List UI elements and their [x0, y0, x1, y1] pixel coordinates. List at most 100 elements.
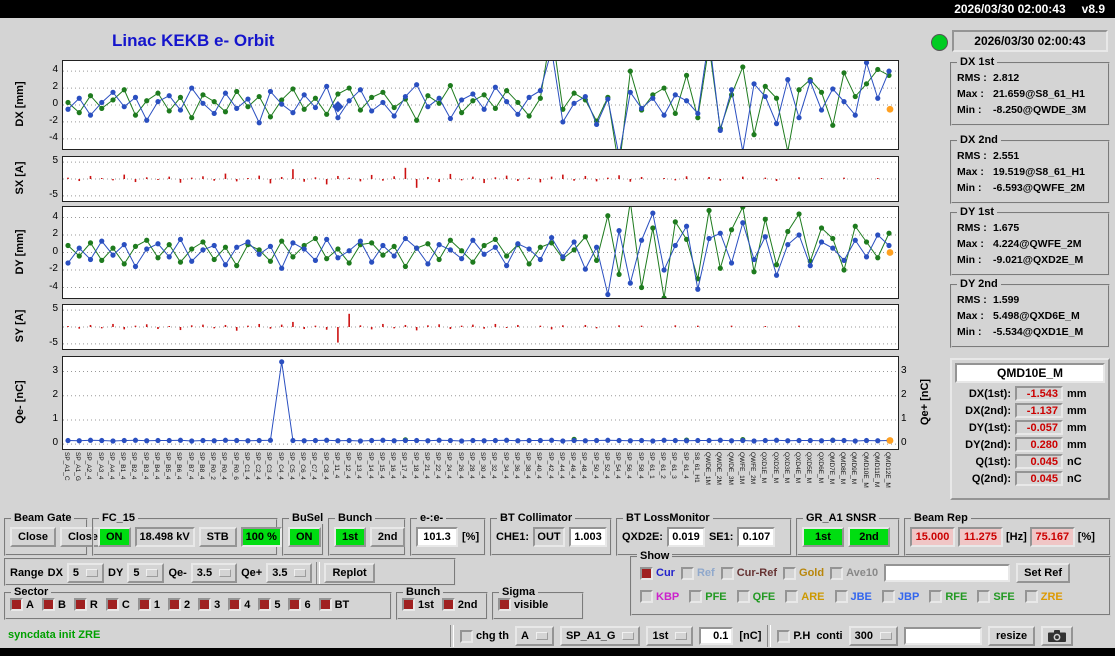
checkbox-indicator [258, 598, 272, 611]
range-option-menu-qe[interactable]: 3.5 [266, 563, 313, 583]
show-checkbox-cur[interactable]: Cur [640, 566, 675, 580]
chg-th-checkbox[interactable]: chg th [460, 629, 509, 643]
show-checkbox-gold[interactable]: Gold [783, 566, 824, 580]
stat-panel-title: DY 1st [957, 206, 998, 218]
rep-option-menu[interactable]: 300 [848, 626, 898, 646]
extra-input[interactable] [903, 627, 982, 645]
set-ref-button[interactable]: Set Ref [1016, 563, 1071, 583]
bunch-option-menu[interactable]: 1st [646, 626, 694, 646]
stat-max-row: Max : 19.519@S8_61_H1 [957, 164, 1103, 180]
show-checkbox-jbe[interactable]: JBE [834, 590, 872, 603]
sector-checkbox-r[interactable]: R [73, 598, 98, 611]
top-version: v8.9 [1081, 2, 1105, 16]
sector-checkbox-3[interactable]: 3 [198, 598, 220, 611]
show-checkbox-pfe[interactable]: PFE [689, 590, 727, 603]
checkbox-label: JBE [850, 590, 872, 603]
show-checkbox-ref[interactable]: Ref [680, 566, 715, 580]
gr-a1-1st-button[interactable]: 1st [802, 527, 844, 547]
qmd-row-value: 0.045 [1015, 454, 1063, 469]
show-checkbox-kbp[interactable]: KBP [640, 590, 679, 603]
beam-gate-close-button-1[interactable]: Close [10, 527, 56, 547]
bunch-2nd-button[interactable]: 2nd [369, 527, 406, 547]
kekb-orbit-window: 2026/03/30 02:00:43 v8.9 Linac KEKB e- O… [0, 0, 1115, 656]
checkbox-label: ARE [801, 590, 825, 603]
bunch-checkbox-2nd[interactable]: 2nd [441, 598, 477, 611]
sigma-checkbox-visible[interactable]: visible [498, 598, 548, 611]
stat-rms-row: RMS : 1.599 [957, 292, 1103, 308]
camera-button[interactable] [1041, 626, 1074, 646]
show-checkbox-ave10[interactable]: Ave10 [830, 566, 879, 580]
checkbox-label: Ave10 [846, 567, 879, 579]
option-menu-indicator [146, 569, 159, 577]
stat-rms-label: RMS : [957, 150, 987, 162]
bunch-1st-button[interactable]: 1st [334, 527, 366, 547]
ref-input[interactable] [884, 564, 1011, 582]
sector-checkbox-5[interactable]: 5 [258, 598, 280, 611]
device-option-menu[interactable]: SP_A1_G [559, 626, 641, 646]
show-checkbox-zre[interactable]: ZRE [1024, 590, 1063, 603]
xaxis-label: QXD6E_M [816, 452, 824, 484]
checkbox-indicator [640, 566, 653, 580]
sector-checkbox-a[interactable]: A [10, 598, 34, 611]
beam-rep-value-2: 11.275 [958, 527, 1003, 547]
che1-label: CHE1: [496, 531, 530, 543]
busel-on-button[interactable]: ON [288, 527, 321, 547]
qmd-row-label: Q(2nd): [971, 472, 1011, 485]
range-option-menu-dy[interactable]: 5 [127, 563, 165, 583]
bunch-checkbox-1st[interactable]: 1st [402, 598, 434, 611]
sector-label: Sector [11, 586, 52, 598]
replot-button[interactable]: Replot [324, 563, 375, 583]
sector-checkbox-2[interactable]: 2 [167, 598, 190, 611]
range-option-menu-qe[interactable]: 3.5 [190, 563, 238, 583]
sector-checkbox-bt[interactable]: BT [318, 598, 349, 611]
checkbox-label: PFE [705, 590, 727, 603]
ytick-right-qe: 3 [901, 364, 907, 376]
show-checkbox-qfe[interactable]: QFE [736, 590, 775, 603]
show-row-1: Cur Ref Cur-Ref Gold Ave10 Set Ref [640, 563, 1071, 583]
show-checkbox-curref[interactable]: Cur-Ref [720, 566, 777, 580]
ee-ratio-label: e-:e- [417, 512, 447, 524]
checkbox-indicator [736, 590, 750, 603]
sector-checkbox-b[interactable]: B [41, 598, 66, 611]
xaxis-label: SP_52_4 [602, 452, 610, 479]
sector-checkbox-1[interactable]: 1 [137, 598, 160, 611]
gr-a1-2nd-button[interactable]: 2nd [848, 527, 890, 547]
xaxis-label: SP_36_4 [512, 452, 520, 479]
rep-option-value: 300 [854, 630, 873, 642]
ytick-qe: 2 [52, 388, 58, 400]
beam-gate-label: Beam Gate [11, 512, 75, 524]
sector-option-menu[interactable]: A [515, 626, 554, 646]
fc15-on-button[interactable]: ON [98, 527, 131, 547]
qmd-row: DY(1st): -0.057 mm [955, 420, 1105, 435]
threshold-input[interactable] [699, 627, 734, 645]
resize-button[interactable]: resize [987, 626, 1036, 646]
stat-min-value: -5.534@QXD1E_M [993, 326, 1084, 338]
show-checkbox-rfe[interactable]: RFE [929, 590, 967, 603]
show-checkbox-jbp[interactable]: JBP [881, 590, 919, 603]
chart-dy [62, 206, 899, 299]
checkbox-indicator [318, 598, 332, 611]
fc15-label: FC_15 [99, 512, 139, 524]
range-axis-label-qe: Qe- [168, 567, 187, 579]
sector-checkbox-4[interactable]: 4 [228, 598, 250, 611]
option-menu-indicator [219, 569, 232, 577]
sector-checkbox-c[interactable]: C [105, 598, 130, 611]
stat-rms-row: RMS : 1.675 [957, 220, 1103, 236]
xaxis-label: SP_61_2 [659, 452, 667, 479]
fc15-stb-button[interactable]: STB [198, 527, 237, 547]
ph-checkbox[interactable]: P.H [777, 629, 810, 643]
checkbox-indicator [640, 590, 653, 603]
show-checkbox-sfe[interactable]: SFE [977, 590, 1015, 603]
qmd-panel-title: QMD10E_M [955, 363, 1105, 383]
qmd-row-value: -1.137 [1015, 403, 1063, 418]
range-option-menu-dx[interactable]: 5 [66, 563, 105, 583]
se1-label: SE1: [708, 531, 734, 543]
checkbox-indicator [460, 629, 473, 643]
xaxis-label: SP_15_4 [377, 452, 385, 479]
show-checkbox-are[interactable]: ARE [785, 590, 825, 603]
xaxis-label: SP_B8_4 [197, 452, 205, 480]
xaxis-label: QWFE_2M [749, 452, 757, 485]
stat-max-row: Max : 4.224@QWFE_2M [957, 236, 1103, 252]
fc15-kv-display: 18.498 kV [134, 527, 195, 547]
sector-checkbox-6[interactable]: 6 [288, 598, 311, 611]
